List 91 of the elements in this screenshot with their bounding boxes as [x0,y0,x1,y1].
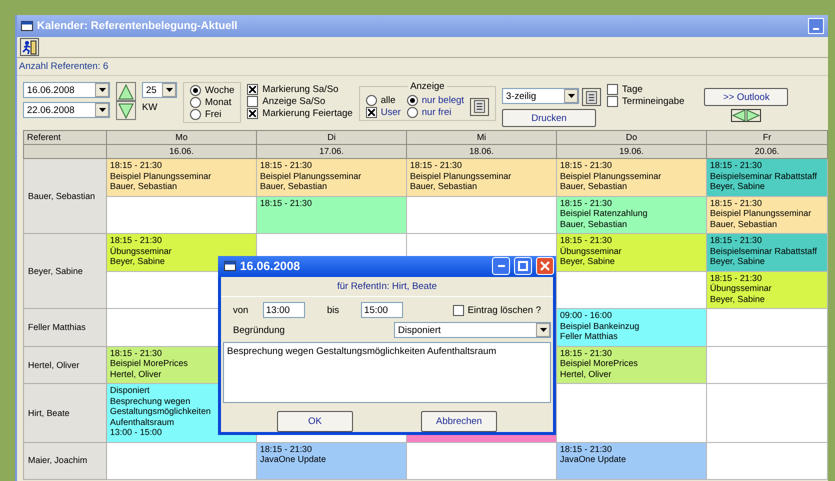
referent-name: Bauer, Sebastian [24,158,106,234]
minimize-button[interactable] [492,257,510,276]
print-button[interactable]: Drucken [502,109,596,127]
date-header: 20.06. [706,144,828,158]
window-title: Kalender: Referentenbelegung-Aktuell [37,20,238,32]
dialog-subtitle: für RefentIn: Hirt, Beate [221,276,553,297]
option-checkbox[interactable]: Anzeige Sa/So [247,96,353,107]
appointment-entry[interactable]: 18:15 - 21:30 JavaOne Update [256,442,406,479]
referent-name: Hertel, Oliver [24,346,106,384]
left-right-arrows-icon[interactable] [731,109,762,122]
to-time-field[interactable]: 15:00 [361,302,404,318]
window-icon [224,261,236,272]
exit-button[interactable] [20,38,39,56]
appointment-entry[interactable]: 18:15 - 21:30 Beispiel Planungsseminar Bauer, Sebastian [406,158,556,196]
date-to-combo[interactable]: 22.06.2008 [23,102,110,118]
column-header: Referent [24,130,106,144]
reason-label: Begründung [233,324,286,336]
referent-name: Beyer, Sabine [24,234,106,308]
outlook-button[interactable]: >> Outlook [704,88,788,106]
lines-combo[interactable]: 3-zeilig [502,88,580,104]
date-from-combo[interactable]: 16.06.2008 [23,82,110,98]
referent-name: Feller Matthias [24,308,106,346]
appointment-entry[interactable]: 18:15 - 21:30 Beispiel Planungsseminar Bauer, Sebastian [106,158,256,196]
window-icon [21,21,33,31]
maximize-icon [518,261,528,272]
appointment-entry[interactable]: 18:15 - 21:30 JavaOne Update [556,442,706,479]
option-checkbox[interactable]: Markierung Sa/So [247,84,353,95]
appointment-entry[interactable]: 18:15 - 21:30 Beispiel MorePrices Hertel, Oliver [556,346,706,384]
week-down-button[interactable] [116,101,136,120]
week-combo[interactable]: 25 [142,82,177,98]
appointment-entry[interactable]: 18:15 - 21:30 Beispiel Planungsseminar Bauer, Sebastian [706,196,828,234]
date-header: 17.06. [256,144,406,158]
date-header: 18.06. [406,144,556,158]
triangle-up-icon [118,84,134,100]
close-button[interactable] [536,257,554,276]
user-checkbox[interactable]: User [366,107,401,118]
period-radio[interactable]: Monat [190,97,234,108]
appointment-entry[interactable]: 18:15 - 21:30 Beispiel Planungsseminar Bauer, Sebastian [256,158,406,196]
to-label: bis [327,304,340,316]
appointment-entry[interactable]: 18:15 - 21:30 [256,196,406,234]
caret-icon [568,94,575,98]
list-button[interactable] [470,98,490,116]
list-icon [474,100,486,113]
day-header: Di [256,130,406,144]
display-radio[interactable]: alle [366,95,401,106]
cancel-button[interactable]: Abbrechen [421,411,497,432]
option-checkbox[interactable]: Markierung Feiertage [247,108,353,119]
note-field[interactable]: Besprechung wegen Gestaltungsmöglichkeiten Aufenthaltsraum [223,342,551,403]
from-time-field[interactable]: 13:00 [263,302,305,318]
day-header: Do [556,130,706,144]
caret-icon [98,88,106,92]
minimize-button[interactable] [808,18,824,34]
group-title: Anzeige [408,81,447,92]
ok-button[interactable]: OK [277,411,353,432]
display-radio[interactable]: nur frei [406,107,464,118]
running-person-door-icon [22,40,37,54]
period-radio[interactable]: Frei [190,109,234,120]
appointment-entry[interactable]: 18:15 - 21:30 Beispiel Ratenzahlung Bauer, Sebastian [556,196,706,234]
caret-icon [166,88,172,92]
caret-icon [98,108,106,112]
appointment-entry[interactable]: 18:15 - 21:30 Beispiel Planungsseminar Bauer, Sebastian [556,158,706,196]
date-header: 19.06. [556,144,706,158]
day-header: Mo [106,130,256,144]
option-checkbox[interactable]: Tage [607,84,684,95]
delete-checkbox[interactable]: Eintrag löschen ? [452,304,541,316]
day-header: Mi [406,130,556,144]
caret-icon [540,328,546,332]
triangle-down-icon [118,102,134,118]
maximize-button[interactable] [514,257,532,276]
appointment-entry[interactable]: 18:15 - 21:30 Übungsseminar Beyer, Sabine [556,234,706,271]
date-header: 16.06. [106,144,256,158]
option-checkbox[interactable]: Termineingabe [607,96,684,107]
referent-count: Anzahl Referenten: 6 [17,58,828,76]
reason-combo[interactable]: Disponiert [394,322,551,338]
list-button[interactable] [582,88,602,106]
referent-name: Hirt, Beate [24,384,106,442]
minimize-icon [498,265,504,268]
list-icon [586,90,598,104]
week-label: KW [142,102,158,113]
display-radio[interactable]: nur belegt [406,95,464,106]
appointment-entry[interactable]: 09:00 - 16:00 Beispiel Bankeinzug Feller Matthias [556,308,706,346]
week-up-button[interactable] [116,82,136,101]
appointment-entry[interactable]: 18:15 - 21:30 Beispielseminar Rabattstaff Beyer, Sabine [706,234,828,271]
from-label: von [233,304,250,316]
close-icon [540,261,550,272]
minimize-icon [813,28,819,30]
referent-name: Maier, Joachim [24,442,106,479]
period-radio[interactable]: Woche [190,85,234,96]
appointment-entry[interactable]: 18:15 - 21:30 Beispielseminar Rabattstaff Beyer, Sabine [706,158,828,196]
day-header: Fr [706,130,828,144]
appointment-entry[interactable]: 18:15 - 21:30 Übungsseminar Beyer, Sabine [706,271,828,308]
